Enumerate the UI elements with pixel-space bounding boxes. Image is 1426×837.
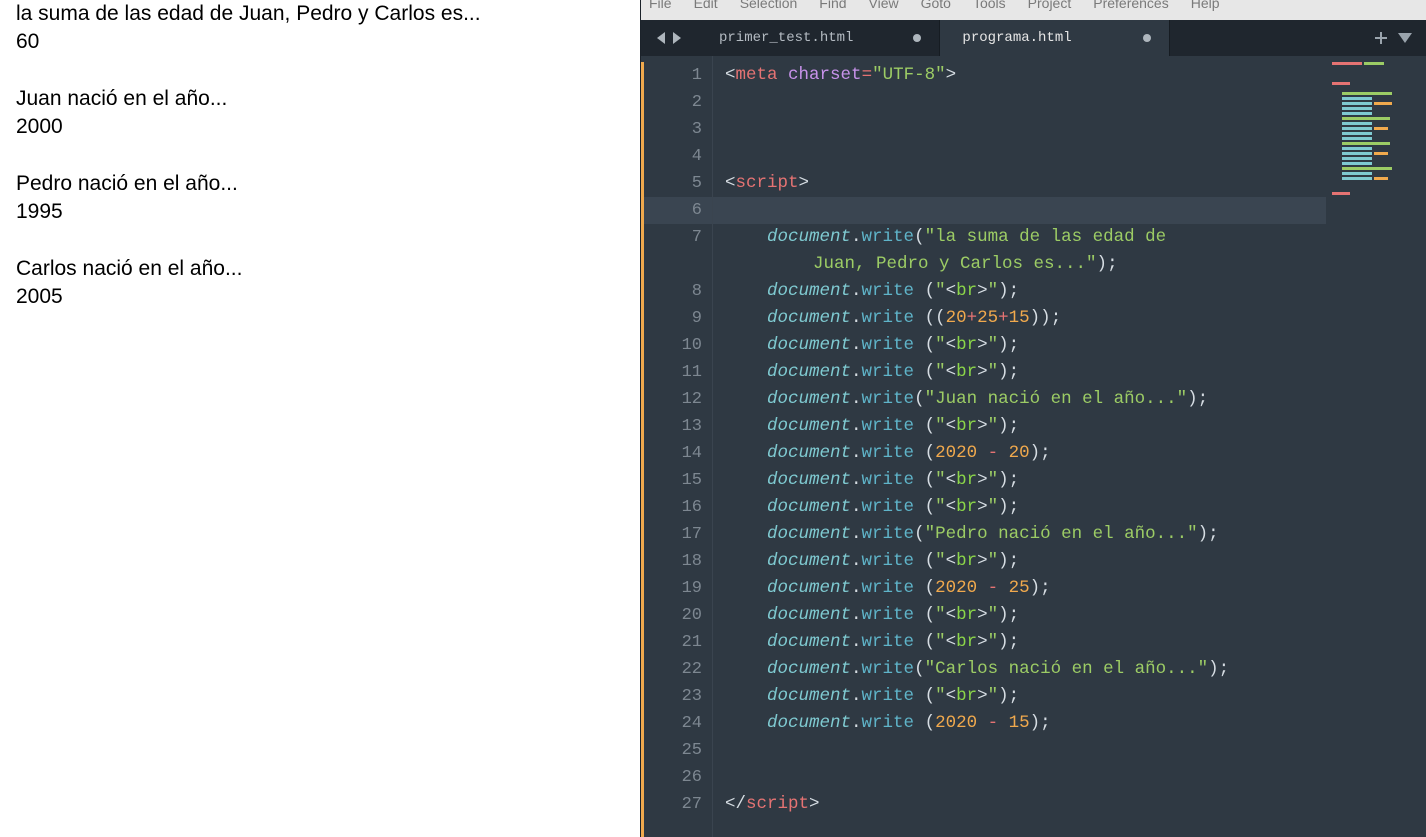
- output-line: 60: [16, 28, 624, 56]
- line-number: 4: [641, 143, 702, 170]
- line-number: 14: [641, 440, 702, 467]
- dirty-indicator-icon: [913, 34, 921, 42]
- menu-file[interactable]: File: [649, 0, 672, 10]
- output-line: Pedro nació en el año...: [16, 170, 624, 198]
- line-number: 6: [641, 197, 712, 224]
- line-number: 17: [641, 521, 702, 548]
- tab-next-icon[interactable]: [671, 32, 681, 44]
- line-number: 24: [641, 710, 702, 737]
- line-number: 26: [641, 764, 702, 791]
- output-line: la suma de las edad de Juan, Pedro y Car…: [16, 0, 624, 28]
- line-number: 27: [641, 791, 702, 818]
- line-number: 1: [641, 62, 702, 89]
- line-number: 25: [641, 737, 702, 764]
- output-line: 1995: [16, 198, 624, 226]
- line-number: 12: [641, 386, 702, 413]
- menu-preferences[interactable]: Preferences: [1093, 0, 1168, 10]
- menu-edit[interactable]: Edit: [694, 0, 718, 10]
- line-number: 2: [641, 89, 702, 116]
- menu-project[interactable]: Project: [1028, 0, 1072, 10]
- output-line: 2000: [16, 113, 624, 141]
- line-number: 7: [641, 224, 702, 251]
- menu-view[interactable]: View: [869, 0, 899, 10]
- line-number: 3: [641, 116, 702, 143]
- output-line: Carlos nació en el año...: [16, 255, 624, 283]
- line-number: 10: [641, 332, 702, 359]
- editor-pane: File Edit Selection Find View Goto Tools…: [640, 0, 1426, 837]
- new-tab-icon[interactable]: [1374, 31, 1388, 45]
- tabbar: primer_test.html programa.html: [641, 20, 1426, 56]
- menu-goto[interactable]: Goto: [921, 0, 951, 10]
- menu-help[interactable]: Help: [1191, 0, 1220, 10]
- line-number: 8: [641, 278, 702, 305]
- line-number: 19: [641, 575, 702, 602]
- output-line: Juan nació en el año...: [16, 85, 624, 113]
- modified-marker: [641, 62, 644, 837]
- line-number: 23: [641, 683, 702, 710]
- gutter: 1 2 3 4 5 6 7 8 9 10 11 12 13 14 15 16 1…: [641, 56, 713, 837]
- line-number: 5: [641, 170, 702, 197]
- line-number: 18: [641, 548, 702, 575]
- tab-programa[interactable]: programa.html: [940, 20, 1170, 56]
- line-number: 13: [641, 413, 702, 440]
- editor-body[interactable]: 1 2 3 4 5 6 7 8 9 10 11 12 13 14 15 16 1…: [641, 56, 1426, 837]
- code-area[interactable]: <meta charset="UTF-8"> <script> document…: [713, 56, 1426, 837]
- output-line: 2005: [16, 283, 624, 311]
- line-number: 21: [641, 629, 702, 656]
- menu-selection[interactable]: Selection: [740, 0, 798, 10]
- line-number: 16: [641, 494, 702, 521]
- minimap[interactable]: [1326, 56, 1426, 826]
- menubar: File Edit Selection Find View Goto Tools…: [641, 0, 1426, 20]
- menu-tools[interactable]: Tools: [973, 0, 1006, 10]
- tab-primer-test[interactable]: primer_test.html: [697, 20, 940, 56]
- tab-nav: [641, 20, 697, 56]
- browser-output-pane: la suma de las edad de Juan, Pedro y Car…: [0, 0, 640, 837]
- menu-find[interactable]: Find: [819, 0, 846, 10]
- line-number: 20: [641, 602, 702, 629]
- line-number: 11: [641, 359, 702, 386]
- tab-prev-icon[interactable]: [657, 32, 667, 44]
- tab-label: programa.html: [962, 30, 1071, 46]
- line-number: 22: [641, 656, 702, 683]
- dirty-indicator-icon: [1143, 34, 1151, 42]
- line-number: 15: [641, 467, 702, 494]
- line-number: 9: [641, 305, 702, 332]
- tab-dropdown-icon[interactable]: [1398, 33, 1412, 43]
- tab-label: primer_test.html: [719, 30, 853, 46]
